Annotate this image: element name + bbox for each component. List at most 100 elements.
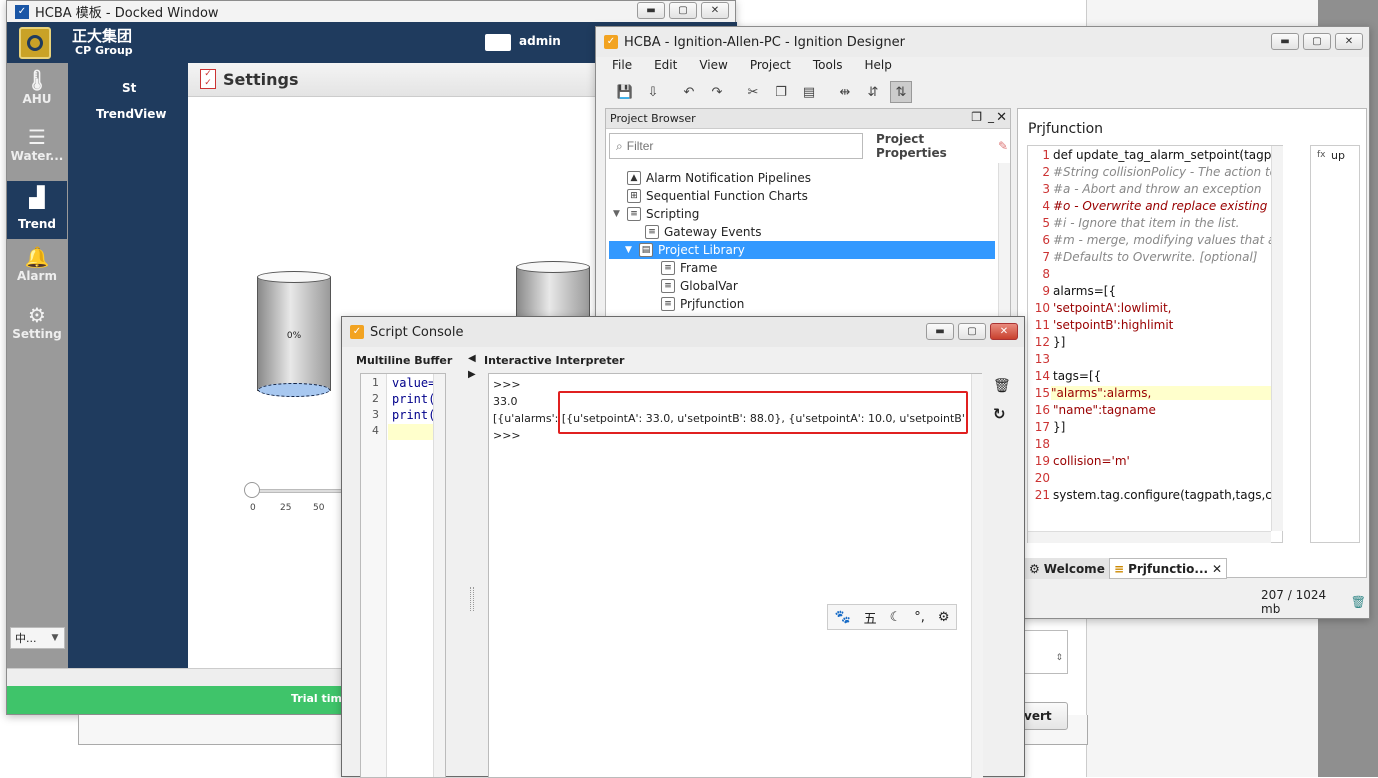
- chart-icon: ▟: [29, 185, 45, 209]
- minimize-button[interactable]: ▬: [1271, 33, 1299, 50]
- project-properties-button[interactable]: Project Properties ✎: [868, 132, 1008, 160]
- close-tab-icon[interactable]: ✕: [1212, 562, 1222, 576]
- menu-help[interactable]: Help: [864, 58, 891, 78]
- code-vscroll[interactable]: [1271, 146, 1283, 531]
- user-icon: [485, 34, 511, 51]
- outline-item[interactable]: up: [1331, 149, 1345, 162]
- close-button[interactable]: ✕: [1335, 33, 1363, 50]
- toolbar: 💾 ⇩ ↶ ↷ ✂ ❐ ▤ ⇹ ⇵ ⇅: [614, 81, 912, 105]
- maximize-button[interactable]: ▢: [669, 2, 697, 19]
- thermometer-icon: 🌡: [24, 68, 50, 92]
- level-slider[interactable]: 0 25 50: [244, 481, 347, 521]
- company-name-cn: 正大集团: [72, 27, 133, 45]
- undo-icon[interactable]: ↶: [678, 81, 700, 103]
- punctuation-icon[interactable]: °,: [914, 610, 925, 625]
- code-line: #String collisionPolicy - The action to …: [1053, 165, 1283, 179]
- sub-nav-item-st[interactable]: St: [122, 81, 136, 95]
- minimize-button[interactable]: ▬: [926, 323, 954, 340]
- split-icon[interactable]: ⇵: [862, 81, 884, 103]
- trash-icon[interactable]: 🗑: [1351, 595, 1366, 609]
- splitter-handle[interactable]: [470, 587, 474, 611]
- menu-edit[interactable]: Edit: [654, 58, 677, 78]
- interpreter-label: Interactive Interpreter: [484, 354, 625, 367]
- menu-project[interactable]: Project: [750, 58, 791, 78]
- status-memory: 207 / 1024 mb 🗑: [1261, 588, 1366, 616]
- close-button[interactable]: ✕: [990, 323, 1018, 340]
- slider-tick: 0: [250, 503, 256, 513]
- code-line: "alarms":alarms,: [1051, 386, 1271, 400]
- tree-item-project-library[interactable]: ▼ ▤ Project Library: [609, 241, 995, 259]
- save-icon[interactable]: 💾: [614, 81, 636, 103]
- align-icon[interactable]: ⇹: [834, 81, 856, 103]
- maximize-button[interactable]: ▢: [958, 323, 986, 340]
- collapse-right-icon[interactable]: ▶: [468, 369, 476, 380]
- nav-item-water[interactable]: ☰ Water...: [7, 125, 67, 179]
- maximize-button[interactable]: ▢: [1303, 33, 1331, 50]
- ime-mode[interactable]: 五: [864, 608, 877, 627]
- output-scrollbar[interactable]: [971, 374, 983, 778]
- code-line-number: 18: [1034, 437, 1050, 451]
- company-name-en: CP Group: [75, 44, 133, 57]
- comm-icon[interactable]: ⇅: [890, 81, 912, 103]
- download-icon[interactable]: ⇩: [642, 81, 664, 103]
- tree-item-frame[interactable]: ≡ Frame: [661, 259, 717, 277]
- nav-item-ahu[interactable]: 🌡 AHU: [7, 68, 67, 122]
- language-select[interactable]: 中... ▼: [10, 627, 65, 649]
- close-panel-icon[interactable]: ✕: [996, 110, 1007, 125]
- close-button[interactable]: ✕: [701, 2, 729, 19]
- restore-icon[interactable]: ❐: [971, 110, 982, 124]
- buffer-scrollbar[interactable]: [433, 374, 445, 777]
- menu-tools[interactable]: Tools: [813, 58, 843, 78]
- moon-icon[interactable]: ☾: [890, 610, 902, 625]
- code-line-number: 4: [1042, 199, 1050, 213]
- tab-welcome[interactable]: ⚙ Welcome: [1025, 558, 1109, 579]
- code-hscroll[interactable]: [1028, 531, 1271, 543]
- menu-view[interactable]: View: [699, 58, 727, 78]
- paw-icon[interactable]: 🐾: [834, 610, 850, 625]
- menu-file[interactable]: File: [612, 58, 632, 78]
- nav-item-setting[interactable]: ⚙ Setting: [7, 303, 67, 357]
- cut-icon[interactable]: ✂: [742, 81, 764, 103]
- minimize-button[interactable]: ▬: [637, 2, 665, 19]
- code-area[interactable]: 1 def update_tag_alarm_setpoint(tagpath 2 #…: [1027, 145, 1283, 543]
- nav-item-trend[interactable]: ▟ Trend: [7, 181, 67, 239]
- tab-prjfunction[interactable]: ≡ Prjfunctio... ✕: [1109, 558, 1227, 579]
- console-titlebar: ✓ Script Console: [342, 317, 1024, 347]
- filter-input[interactable]: [626, 139, 827, 153]
- tank-left: 0%: [257, 271, 331, 399]
- sub-nav-item-trendview[interactable]: TrendView: [96, 107, 166, 121]
- tank-level-label: 0%: [286, 331, 302, 341]
- redo-icon[interactable]: ↷: [706, 81, 728, 103]
- revert-button[interactable]: vert: [1020, 702, 1068, 730]
- tree-item-sfc[interactable]: ⊞ Sequential Function Charts: [627, 187, 808, 205]
- nav-item-alarm[interactable]: 🔔 Alarm: [7, 245, 67, 299]
- current-line-highlight: [388, 424, 434, 440]
- reset-icon[interactable]: ↻: [993, 405, 1006, 423]
- user-name[interactable]: admin: [519, 34, 561, 48]
- gears-icon: ⚙: [28, 303, 46, 327]
- tree-scrollbar[interactable]: [998, 163, 1010, 324]
- paste-icon[interactable]: ▤: [798, 81, 820, 103]
- code-line-number: 6: [1042, 233, 1050, 247]
- copy-icon[interactable]: ❐: [770, 81, 792, 103]
- chevron-down-icon: ▼: [51, 633, 59, 643]
- check-icon: ✓: [15, 4, 29, 19]
- spinner-control[interactable]: ⇕: [1020, 630, 1068, 674]
- tree-item-gateway-events[interactable]: ≡ Gateway Events: [645, 223, 761, 241]
- tree-item-prjfunction[interactable]: ≡ Prjfunction: [661, 295, 744, 313]
- tree-item-scripting[interactable]: ▼ ≡ Scripting: [613, 205, 699, 223]
- code-line: #Defaults to Overwrite. [optional]: [1053, 250, 1258, 264]
- collapse-left-icon[interactable]: ◀: [468, 353, 476, 364]
- code-line: tags=[{: [1053, 369, 1102, 383]
- tree-item-globalvar[interactable]: ≡ GlobalVar: [661, 277, 738, 295]
- clear-trash-icon[interactable]: 🗑: [993, 378, 1011, 394]
- gear-icon[interactable]: ⚙: [938, 610, 950, 625]
- outline-panel: fx up: [1310, 145, 1360, 543]
- multiline-buffer[interactable]: 1 value= 2 print(3 print(4: [360, 373, 446, 778]
- slider-handle[interactable]: [244, 482, 260, 498]
- editor-panel: Prjfunction 1 def update_tag_alarm_setpoi…: [1017, 108, 1367, 578]
- code-line-number: 20: [1034, 471, 1050, 485]
- tree-item-pipelines[interactable]: ▲ Alarm Notification Pipelines: [627, 169, 811, 187]
- filter-field[interactable]: ⌕: [609, 133, 863, 159]
- minimize-panel-icon[interactable]: _: [988, 109, 994, 123]
